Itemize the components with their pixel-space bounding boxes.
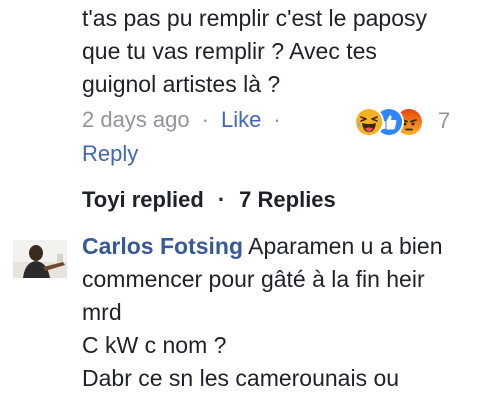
reply-first-line: Carlos Fotsing Aparamen u a bien <box>82 230 474 263</box>
reply-line: C kW c nom ? <box>82 332 227 358</box>
comment-line: t'as pas pu remplir c'est le paposy <box>82 5 427 31</box>
separator-dot: · <box>217 187 226 212</box>
reply-line: Dabr ce sn les camerounais ou <box>82 365 400 391</box>
reply-author-name[interactable]: Carlos Fotsing <box>82 233 243 259</box>
comment-line: que tu vas remplir ? Avec tes <box>82 38 377 64</box>
comment-body: t'as pas pu remplir c'est le paposy que … <box>82 2 474 101</box>
replies-count: 7 Replies <box>239 187 336 212</box>
reactions-summary[interactable]: 7 <box>354 107 464 137</box>
haha-reaction-icon <box>354 107 384 137</box>
replier-label: Toyi replied <box>82 187 204 212</box>
like-button[interactable]: Like <box>221 107 261 132</box>
comment-line: guignol artistes là ? <box>82 71 281 97</box>
avatar[interactable] <box>13 240 67 278</box>
reply-comment-body: Carlos Fotsing Aparamen u a bien commenc… <box>82 230 474 395</box>
reply-line: commencer pour gâté à la fin heir <box>82 266 425 292</box>
separator-dot: · <box>273 107 281 132</box>
comment-timestamp: 2 days ago <box>82 107 190 132</box>
reply-button[interactable]: Reply <box>82 138 138 170</box>
separator-dot: · <box>201 107 209 132</box>
reply-line: mrd <box>82 299 122 325</box>
view-replies-link[interactable]: Toyi replied · 7 Replies <box>82 183 336 217</box>
reaction-count: 7 <box>438 108 451 133</box>
reply-text: Aparamen u a bien <box>248 233 443 259</box>
